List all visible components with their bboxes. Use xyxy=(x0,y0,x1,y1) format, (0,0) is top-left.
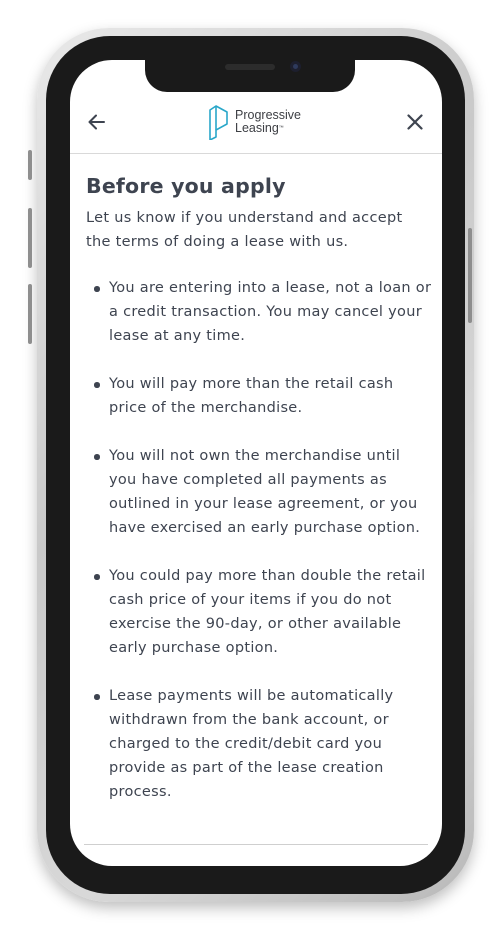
terms-list-item: You are entering into a lease, not a loa… xyxy=(86,276,432,348)
terms-list-item: You could pay more than double the retai… xyxy=(86,564,432,660)
back-button[interactable] xyxy=(86,111,108,133)
close-icon xyxy=(407,114,423,130)
arrow-left-icon xyxy=(88,114,105,130)
logo-wordmark: Progressive Leasing™ xyxy=(235,109,301,135)
progressive-leasing-logo-mark xyxy=(209,105,228,140)
main-content: Before you apply Let us know if you unde… xyxy=(86,174,432,828)
page-title: Before you apply xyxy=(86,174,286,198)
close-button[interactable] xyxy=(404,111,426,133)
intro-text: Let us know if you understand and accept… xyxy=(86,210,403,250)
logo-line2: Leasing xyxy=(235,121,279,135)
terms-list-item: You will pay more than the retail cash p… xyxy=(86,372,432,420)
app-header: Progressive Leasing™ xyxy=(70,96,442,154)
progressive-leasing-logo: Progressive Leasing™ xyxy=(207,104,307,140)
front-camera xyxy=(290,61,301,72)
terms-list: You are entering into a lease, not a loa… xyxy=(86,276,432,804)
logo-trademark: ™ xyxy=(278,125,284,131)
terms-list-item: You will not own the merchandise until y… xyxy=(86,444,432,540)
speaker-grille xyxy=(225,64,275,70)
phone-volume-up-button xyxy=(28,208,32,268)
phone-volume-down-button xyxy=(28,284,32,344)
phone-power-button xyxy=(468,228,472,323)
phone-side-button xyxy=(28,150,32,180)
phone-screen: Progressive Leasing™ Before you apply Le… xyxy=(70,60,442,866)
phone-notch xyxy=(145,60,355,92)
terms-list-item: Lease payments will be automatically wit… xyxy=(86,684,432,804)
footer-divider xyxy=(84,844,428,845)
